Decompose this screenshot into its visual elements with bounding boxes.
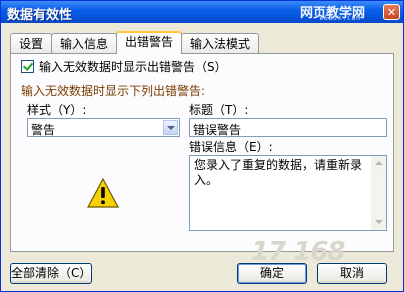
style-label: 样式（Y）: xyxy=(27,103,87,117)
show-alert-option[interactable]: 输入无效数据时显示出错警告（S） xyxy=(21,58,227,75)
title-bar[interactable]: 数据有效性 网页教学网 WEBJX.COM ✕ xyxy=(1,1,403,23)
title-input[interactable]: 错误警告 xyxy=(189,118,387,137)
warning-icon xyxy=(87,178,119,208)
close-button[interactable]: ✕ xyxy=(383,4,400,20)
show-alert-label: 输入无效数据时显示出错警告（S） xyxy=(39,60,227,74)
show-alert-checkbox[interactable] xyxy=(21,60,34,73)
alert-group-title: 输入无效数据时显示下列出错警告: xyxy=(21,84,206,98)
title-label: 标题（T）: xyxy=(189,103,249,117)
ok-button[interactable]: 确定 xyxy=(237,263,307,284)
style-select-value: 警告 xyxy=(31,123,56,137)
scroll-up-icon[interactable] xyxy=(372,157,385,170)
message-label: 错误信息（E）: xyxy=(189,140,273,154)
tab-settings[interactable]: 设置 xyxy=(10,33,53,53)
window-title: 数据有效性 xyxy=(7,8,73,23)
tab-ime-mode[interactable]: 输入法模式 xyxy=(181,33,260,53)
chevron-down-icon[interactable] xyxy=(163,120,178,135)
error-alert-panel: 输入无效数据时显示出错警告（S） 输入无效数据时显示下列出错警告: 样式（Y）:… xyxy=(10,53,394,252)
scroll-down-icon[interactable] xyxy=(372,216,385,229)
clear-all-button[interactable]: 全部清除（C） xyxy=(10,263,92,284)
style-select[interactable]: 警告 xyxy=(27,118,180,137)
message-scrollbar[interactable] xyxy=(371,156,386,230)
tab-input-message[interactable]: 输入信息 xyxy=(51,33,118,53)
message-text: 您录入了重复的数据，请重新录入。 xyxy=(194,158,363,187)
cancel-button[interactable]: 取消 xyxy=(317,263,387,284)
message-textarea[interactable]: 您录入了重复的数据，请重新录入。 xyxy=(189,155,387,231)
tab-strip: 设置 输入信息 出错警告 输入法模式 xyxy=(10,31,260,54)
site-watermark-url: WEBJX.COM xyxy=(319,15,361,22)
data-validation-dialog: 数据有效性 网页教学网 WEBJX.COM ✕ 设置 输入信息 出错警告 输入法… xyxy=(0,0,404,292)
tab-error-alert[interactable]: 出错警告 xyxy=(116,31,183,54)
